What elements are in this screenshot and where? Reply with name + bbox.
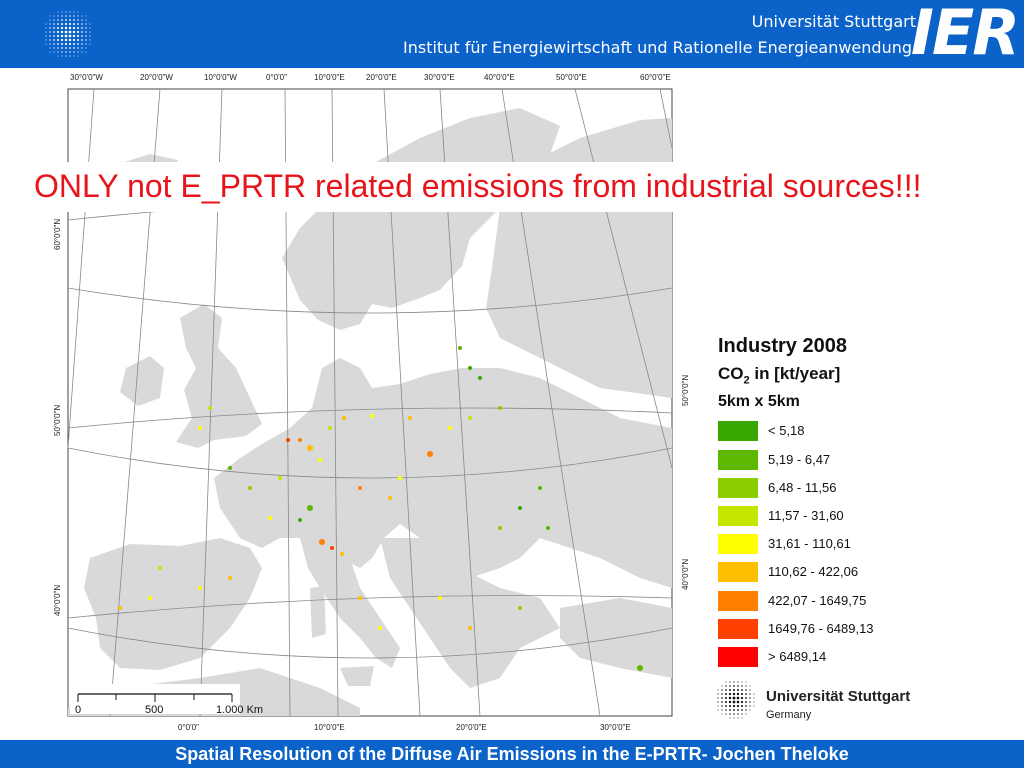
university-logo-small-icon (717, 681, 755, 719)
footer-logo-country: Germany (766, 709, 812, 721)
legend-label: 422,07 - 1649,75 (768, 592, 867, 608)
legend-swatch (718, 646, 758, 667)
legend-item: 11,57 - 31,60 (718, 505, 1008, 534)
lon-label-top-5: 20°0'0"E (366, 73, 397, 82)
legend-unit: CO2 in [kt/year] (718, 363, 1008, 391)
lon-label-top-2: 10°0'0"W (204, 73, 237, 82)
lon-label-top-7: 40°0'0"E (484, 73, 515, 82)
legend-swatch (718, 590, 758, 611)
legend-item: 5,19 - 6,47 (718, 449, 1008, 478)
lon-label-top-1: 20°0'0"W (140, 73, 173, 82)
legend-item: 31,61 - 110,61 (718, 534, 1008, 562)
lon-label-top-4: 10°0'0"E (314, 73, 345, 82)
scale-label-0: 0 (75, 704, 81, 716)
warning-banner: ONLY not E_PRTR related emissions from i… (28, 162, 988, 212)
legend-item: 1649,76 - 6489,13 (718, 618, 1008, 647)
header-university: Universität Stuttgart (751, 12, 916, 31)
legend-item: 422,07 - 1649,75 (718, 590, 1008, 619)
university-logo-icon (45, 11, 91, 57)
scale-label-1000: 1.000 Km (216, 704, 263, 716)
lat-label-right-1: 40°0'0"N (681, 559, 690, 590)
legend-swatch (718, 534, 758, 555)
legend-unit-suffix: in [kt/year] (749, 364, 841, 383)
map-legend: Industry 2008 CO2 in [kt/year] 5km x 5km… (718, 334, 1008, 675)
legend-swatch (718, 562, 758, 583)
legend-label: 11,57 - 31,60 (768, 507, 844, 523)
legend-swatch (718, 421, 758, 442)
legend-item: 6,48 - 11,56 (718, 477, 1008, 506)
legend-swatch (718, 618, 758, 639)
ier-logo: IER (910, 0, 1020, 69)
header-institute: Institut für Energiewirtschaft und Ratio… (403, 38, 912, 57)
footer-text: Spatial Resolution of the Diffuse Air Em… (175, 744, 849, 764)
lon-label-bottom-3: 30°0'0"E (600, 723, 631, 732)
lon-label-top-0: 30°0'0"W (70, 73, 103, 82)
footer-university-logo: Universität Stuttgart Germany (712, 676, 1012, 726)
footer-logo-name: Universität Stuttgart (766, 688, 911, 705)
legend-label: > 6489,14 (768, 648, 827, 664)
legend-swatch (718, 477, 758, 498)
legend-label: 6,48 - 11,56 (768, 479, 837, 495)
legend-title: Industry 2008 (718, 335, 847, 357)
lat-label-left-1: 50°0'0"N (53, 405, 62, 436)
lon-label-top-9: 60°0'0"E (640, 73, 671, 82)
lon-label-top-8: 50°0'0"E (556, 73, 587, 82)
lon-label-bottom-0: 0°0'0" (178, 723, 199, 732)
legend-item: < 5,18 (718, 421, 1008, 449)
legend-label: 31,61 - 110,61 (768, 536, 851, 552)
scale-bar: 0 500 1.000 Km (70, 684, 263, 716)
legend-label: 5,19 - 6,47 (768, 451, 831, 467)
lon-label-top-6: 30°0'0"E (424, 73, 455, 82)
legend-label: < 5,18 (768, 423, 805, 439)
legend-item: 110,62 - 422,06 (718, 562, 1008, 590)
lon-label-bottom-2: 20°0'0"E (456, 723, 487, 732)
legend-item: > 6489,14 (718, 646, 1008, 675)
legend-unit-prefix: CO (718, 364, 744, 383)
scale-label-500: 500 (145, 704, 163, 716)
footer-bar: Spatial Resolution of the Diffuse Air Em… (0, 740, 1024, 768)
header-bar: Universität Stuttgart Institut für Energ… (0, 0, 1024, 69)
legend-label: 1649,76 - 6489,13 (768, 620, 874, 636)
lon-label-top-3: 0°0'0" (266, 73, 287, 82)
lon-label-bottom-1: 10°0'0"E (314, 723, 345, 732)
legend-resolution: 5km x 5km (718, 393, 800, 411)
warning-text: ONLY not E_PRTR related emissions from i… (34, 168, 922, 204)
legend-classes: < 5,18 5,19 - 6,47 6,48 - 11,56 11,57 - 31,… (718, 421, 1008, 675)
lat-label-left-0: 60°0'0"N (53, 219, 62, 250)
sardinia-corsica (310, 586, 326, 638)
lat-label-right-0: 50°0'0"N (681, 375, 690, 406)
legend-label: 110,62 - 422,06 (768, 564, 859, 580)
legend-swatch (718, 449, 758, 470)
legend-swatch (718, 505, 758, 526)
lat-label-left-2: 40°0'0"N (53, 585, 62, 616)
